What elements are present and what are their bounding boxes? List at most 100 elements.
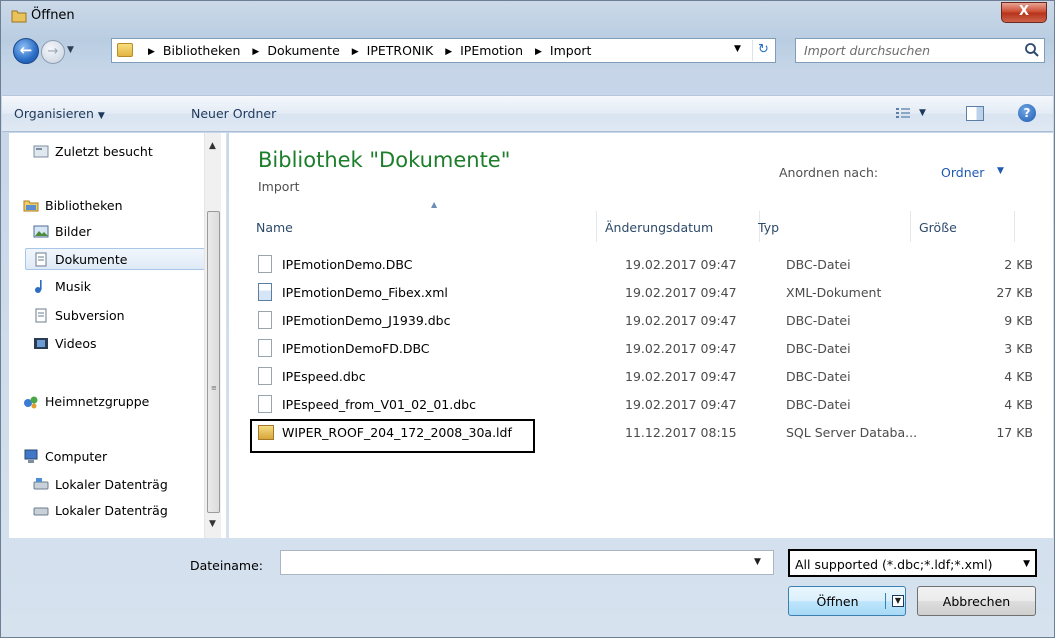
file-type-value: All supported (*.dbc;*.ldf;*.xml)	[795, 557, 993, 572]
chevron-down-icon[interactable]: ▼	[997, 166, 1004, 176]
breadcrumb-ipemotion[interactable]: IPEmotion	[460, 43, 523, 58]
file-type-select[interactable]: All supported (*.dbc;*.ldf;*.xml) ▼	[788, 549, 1037, 577]
file-name: IPEmotionDemoFD.DBC	[282, 341, 430, 356]
window-title: Öffnen	[31, 8, 75, 23]
new-folder-button[interactable]: Neuer Ordner	[191, 106, 276, 121]
grip-icon: ≡	[211, 384, 217, 392]
navigation-bar: ← → ▼ ▶ Bibliotheken ▶ Dokumente ▶ IPETRONI…	[1, 33, 1054, 69]
sidebar-item-local-disk[interactable]: Lokaler Datenträg	[33, 500, 208, 522]
music-icon	[35, 280, 42, 293]
forward-button[interactable]: →	[41, 40, 65, 64]
search-icon[interactable]	[1024, 42, 1040, 58]
sidebar-item-documents[interactable]: Dokumente	[25, 248, 205, 270]
sidebar-item-label: Dokumente	[55, 252, 128, 267]
address-bar[interactable]: ▶ Bibliotheken ▶ Dokumente ▶ IPETRONIK ▶ IPE…	[111, 38, 776, 63]
column-header-size[interactable]: Größe	[911, 211, 1015, 242]
file-size: 17 KB	[996, 425, 1033, 440]
file-list-pane: Bibliothek "Dokumente" Import Anordnen n…	[229, 133, 1053, 538]
sidebar-item-local-disk[interactable]: Lokaler Datenträg	[33, 474, 208, 496]
preview-pane-icon[interactable]	[966, 106, 984, 121]
breadcrumb-separator-icon[interactable]: ▶	[252, 47, 259, 57]
highlighted-file-outline	[250, 419, 535, 453]
scrollbar-thumb[interactable]: ≡	[207, 211, 220, 513]
scroll-down-icon[interactable]: ▼	[209, 519, 216, 529]
file-date: 19.02.2017 09:47	[625, 313, 737, 328]
sidebar-item-homegroup[interactable]: Heimnetzgruppe	[23, 391, 203, 413]
sidebar-item-computer[interactable]: Computer	[23, 446, 203, 468]
title-bar: Öffnen X	[1, 1, 1054, 33]
sidebar-item-recent[interactable]: Zuletzt besucht	[33, 141, 203, 163]
breadcrumb-separator-icon[interactable]: ▶	[445, 47, 452, 57]
file-row[interactable]: IPEmotionDemoFD.DBC 19.02.2017 09:47 DBC-D…	[256, 337, 1033, 361]
breadcrumb-dokumente[interactable]: Dokumente	[267, 43, 339, 58]
sidebar-item-pictures[interactable]: Bilder	[33, 221, 203, 243]
file-icon	[258, 311, 272, 329]
breadcrumb-bibliotheken[interactable]: Bibliotheken	[163, 43, 241, 58]
breadcrumb-ipetronik[interactable]: IPETRONIK	[367, 43, 434, 58]
breadcrumb-import[interactable]: Import	[550, 43, 592, 58]
filename-label: Dateiname:	[190, 558, 264, 573]
help-icon[interactable]: ?	[1018, 104, 1036, 122]
library-title: Bibliothek "Dokumente"	[258, 148, 511, 172]
filename-input[interactable]	[280, 550, 774, 575]
column-header-label: Größe	[919, 220, 957, 235]
arrange-by-label: Anordnen nach:	[779, 165, 879, 180]
file-date: 19.02.2017 09:47	[625, 285, 737, 300]
open-button[interactable]: Öffnen	[788, 586, 906, 616]
recent-places-icon	[33, 145, 49, 158]
subversion-icon	[35, 308, 47, 323]
column-header-date[interactable]: Änderungsdatum	[597, 211, 760, 242]
view-options-icon[interactable]	[896, 107, 910, 119]
file-date: 19.02.2017 09:47	[625, 257, 737, 272]
sidebar-item-label: Lokaler Datenträg	[55, 503, 168, 518]
sidebar-item-label: Musik	[55, 279, 91, 294]
command-bar: Organisieren ▼ Neuer Ordner ▼ ?	[2, 95, 1053, 132]
file-name: IPEspeed_from_V01_02_01.dbc	[282, 397, 476, 412]
arrange-by-dropdown[interactable]: Ordner	[941, 165, 984, 180]
column-header-name[interactable]: Name	[248, 211, 597, 242]
open-options-icon[interactable]: ▼	[892, 595, 904, 607]
file-row[interactable]: IPEmotionDemo.DBC 19.02.2017 09:47 DBC-Dat…	[256, 253, 1033, 277]
breadcrumb-separator-icon[interactable]: ▶	[535, 47, 542, 57]
close-button[interactable]: X	[1001, 2, 1047, 23]
sidebar-item-libraries[interactable]: Bibliotheken	[23, 195, 203, 217]
file-row[interactable]: IPEspeed.dbc 19.02.2017 09:47 DBC-Datei 4 K…	[256, 365, 1033, 389]
scroll-up-icon[interactable]: ▲	[209, 141, 216, 151]
search-placeholder: Import durchsuchen	[804, 43, 931, 58]
file-icon	[258, 367, 272, 385]
column-header-label: Typ	[758, 220, 780, 235]
sort-ascending-icon: ▲	[431, 200, 438, 209]
column-header-type[interactable]: Typ	[750, 211, 911, 242]
recent-pages-dropdown-icon[interactable]: ▼	[67, 45, 79, 57]
file-size: 9 KB	[1004, 313, 1033, 328]
cancel-button-label: Abbrechen	[942, 594, 1011, 609]
view-dropdown-icon[interactable]: ▼	[919, 108, 926, 118]
organize-button[interactable]: Organisieren ▼	[14, 106, 105, 121]
file-row[interactable]: IPEspeed_from_V01_02_01.dbc 19.02.2017 09…	[256, 393, 1033, 417]
search-input[interactable]: Import durchsuchen	[795, 38, 1045, 63]
file-type: DBC-Datei	[786, 369, 851, 384]
local-disk-icon	[33, 478, 49, 490]
sidebar-item-music[interactable]: Musik	[33, 276, 203, 298]
back-button[interactable]: ←	[13, 38, 39, 64]
local-disk-icon	[33, 507, 49, 516]
file-name: IPEmotionDemo_J1939.dbc	[282, 313, 451, 328]
open-dialog: Öffnen X ← → ▼ ▶ Bibliotheken ▶ Dokumente …	[0, 0, 1055, 638]
sidebar-item-label: Videos	[55, 336, 97, 351]
sidebar-item-subversion[interactable]: Subversion	[33, 305, 203, 327]
file-row[interactable]: IPEmotionDemo_J1939.dbc 19.02.2017 09:47 D…	[256, 309, 1033, 333]
filename-dropdown-icon[interactable]: ▼	[754, 557, 761, 567]
sidebar-scrollbar[interactable]: ▲ ≡ ▼	[204, 133, 221, 538]
address-dropdown-icon[interactable]: ▼	[734, 44, 741, 54]
file-row[interactable]: IPEmotionDemo_Fibex.xml 19.02.2017 09:47 X…	[256, 281, 1033, 305]
file-date: 19.02.2017 09:47	[625, 397, 737, 412]
file-icon	[258, 339, 272, 357]
library-subtitle: Import	[258, 179, 300, 194]
open-button-label: Öffnen	[816, 594, 859, 609]
refresh-icon[interactable]: ↻	[752, 40, 774, 61]
breadcrumb-separator-icon[interactable]: ▶	[352, 47, 359, 57]
pictures-icon	[33, 225, 49, 238]
sidebar-item-videos[interactable]: Videos	[33, 333, 203, 355]
cancel-button[interactable]: Abbrechen	[917, 586, 1036, 616]
breadcrumb-separator-icon[interactable]: ▶	[148, 47, 155, 57]
